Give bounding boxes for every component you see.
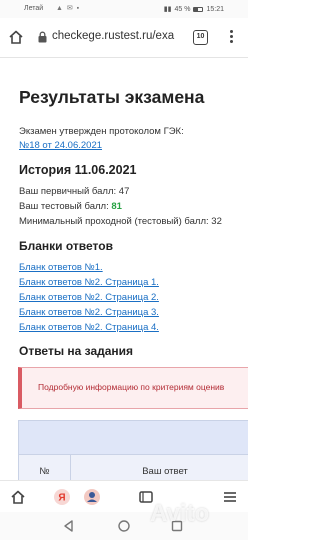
page-content: Результаты экзамена Экзамен утвержден пр… xyxy=(0,59,248,480)
lock-icon[interactable] xyxy=(37,31,48,43)
tab-switcher-button[interactable]: 10 xyxy=(193,30,208,45)
svg-text:Я: Я xyxy=(58,493,65,504)
status-bar: Летай ▲ ✉ ▪ ▮▮ 45 % 15:21 xyxy=(0,0,248,18)
test-score-line: Ваш тестовый балл: 81 xyxy=(19,201,122,212)
carrier-name: Летай xyxy=(24,5,44,12)
home-icon[interactable] xyxy=(8,487,28,507)
column-header-number: № xyxy=(19,455,71,480)
url-field[interactable]: checkege.rustest.ru/exa xyxy=(52,30,184,42)
clock: 15:21 xyxy=(206,5,224,13)
protocol-link[interactable]: №18 от 24.06.2021 xyxy=(19,140,102,151)
status-right: ▮▮ 45 % 15:21 xyxy=(163,5,224,14)
table-top-band xyxy=(19,421,248,455)
column-header-answer: Ваш ответ xyxy=(142,466,188,477)
yandex-icon[interactable]: Я xyxy=(52,487,72,507)
form-link-2-page-3[interactable]: Бланк ответов №2. Страница 3. xyxy=(19,307,159,318)
primary-score-value: 47 xyxy=(118,186,130,197)
back-icon[interactable] xyxy=(62,519,76,533)
form-link-2-page-2[interactable]: Бланк ответов №2. Страница 2. xyxy=(19,292,159,303)
browser-address-bar: checkege.rustest.ru/exa 10 xyxy=(0,18,248,58)
recents-icon[interactable] xyxy=(170,519,184,533)
primary-score-line: Ваш первичный балл: 47 xyxy=(19,186,129,197)
menu-icon[interactable] xyxy=(220,487,240,507)
min-score-label: Минимальный проходной (тестовый) балл: xyxy=(19,216,209,227)
notice-text: Подробную информацию по критериям оценив xyxy=(38,382,225,392)
tabs-icon[interactable] xyxy=(136,487,156,507)
avatar[interactable] xyxy=(82,487,102,507)
min-score-value: 32 xyxy=(211,216,222,227)
browser-bottom-toolbar: Я xyxy=(0,480,248,512)
overflow-menu-icon[interactable] xyxy=(228,29,234,46)
forms-section-title: Бланки ответов xyxy=(19,239,113,253)
answers-table: № Ваш ответ xyxy=(18,420,248,480)
test-score-label: Ваш тестовый балл: xyxy=(19,201,109,212)
status-icons: ▲ ✉ ▪ xyxy=(56,5,81,12)
form-link-2-page-1[interactable]: Бланк ответов №2. Страница 1. xyxy=(19,277,159,288)
protocol-label: Экзамен утвержден протоколом ГЭК: xyxy=(19,126,184,137)
table-header-row: № Ваш ответ xyxy=(19,455,248,480)
min-score-line: Минимальный проходной (тестовый) балл: 3… xyxy=(19,216,222,227)
system-navigation-bar xyxy=(0,512,248,540)
criteria-notice: Подробную информацию по критериям оценив xyxy=(18,367,248,409)
form-link-1[interactable]: Бланк ответов №1. xyxy=(19,262,103,273)
history-title: История 11.06.2021 xyxy=(19,163,137,177)
home-icon[interactable] xyxy=(8,29,24,45)
signal-icon: ▮▮ xyxy=(163,6,172,13)
battery-percent: 45 % xyxy=(174,5,191,13)
page-title: Результаты экзамена xyxy=(19,87,205,107)
test-score-value: 81 xyxy=(111,201,122,212)
primary-score-label: Ваш первичный балл: xyxy=(19,186,117,197)
answers-section-title: Ответы на задания xyxy=(19,344,134,358)
home-circle-icon[interactable] xyxy=(117,519,131,533)
battery-icon xyxy=(193,6,204,12)
form-link-2-page-4[interactable]: Бланк ответов №2. Страница 4. xyxy=(19,322,159,333)
